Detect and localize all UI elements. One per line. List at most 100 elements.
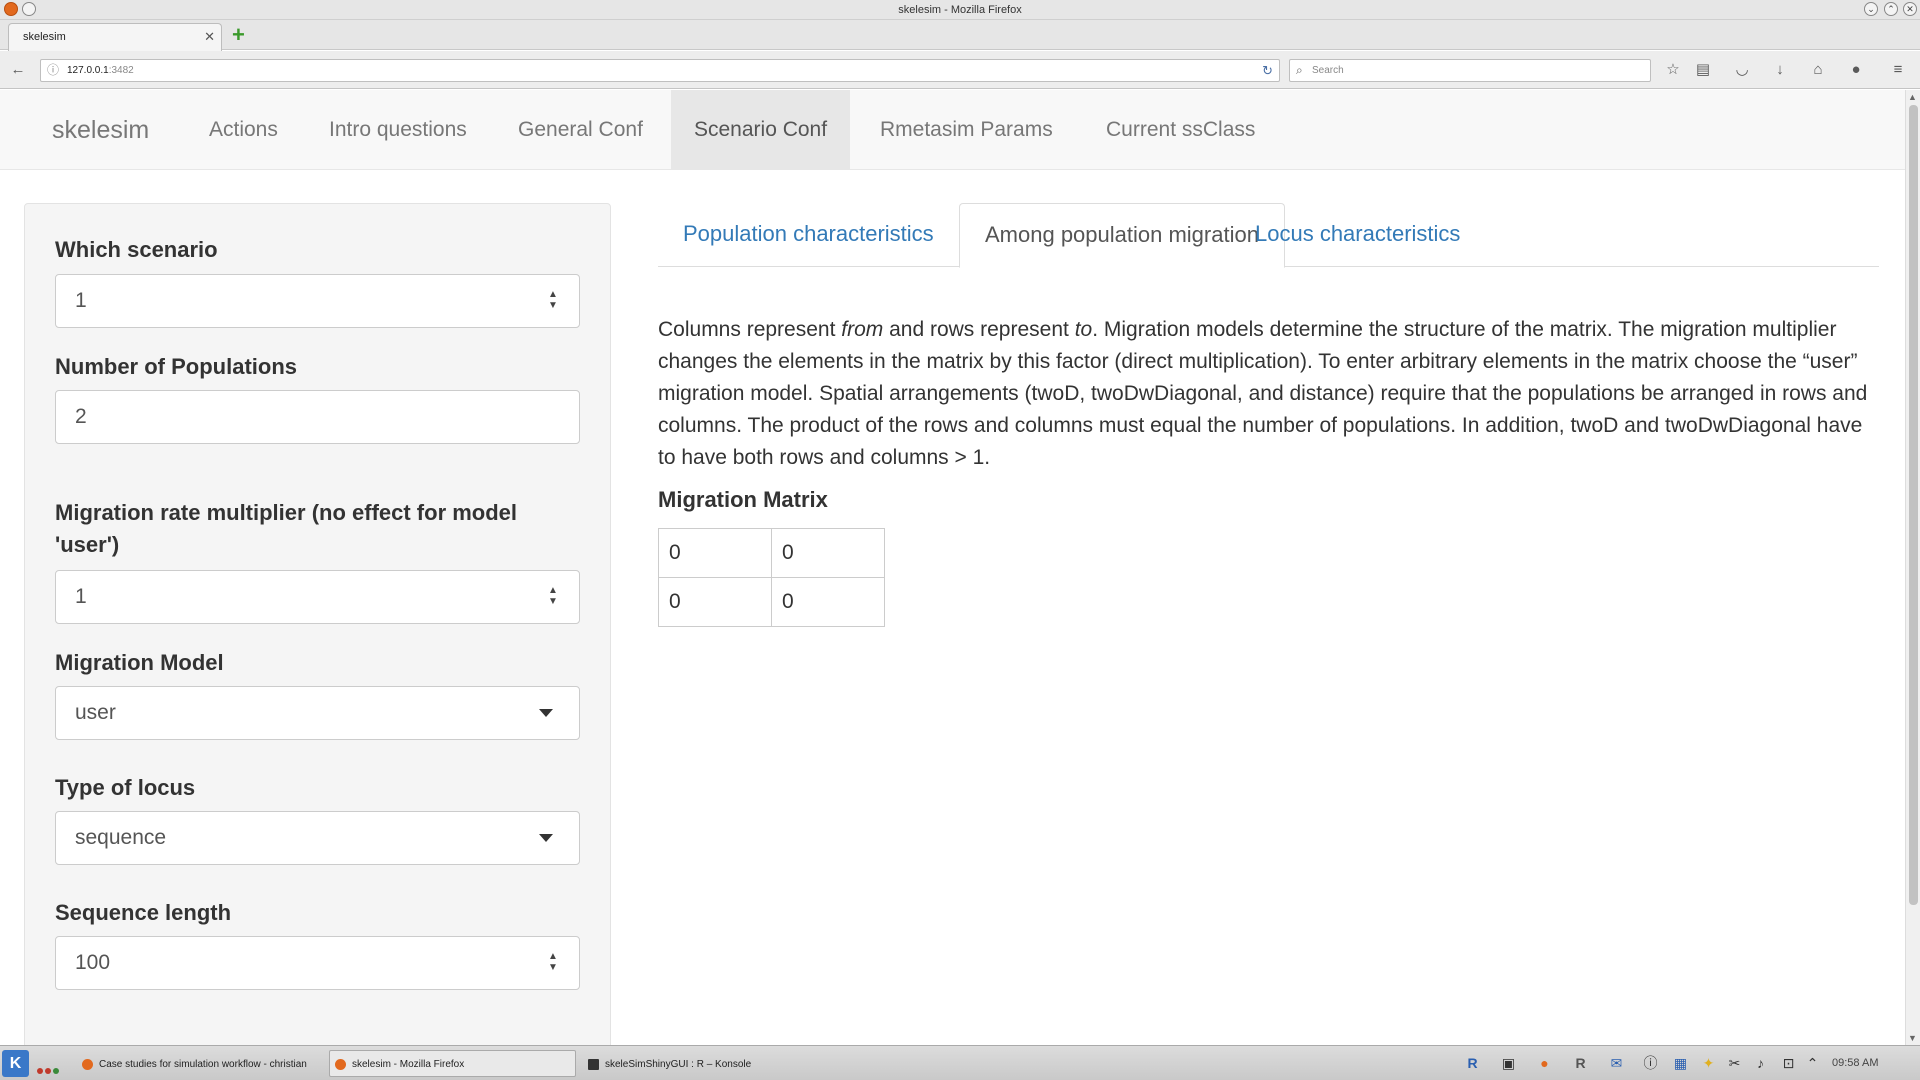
clipboard-tray-icon[interactable]: ▦: [1668, 1051, 1693, 1076]
firefox-tray-icon[interactable]: ●: [1532, 1051, 1557, 1076]
terminal-tray-icon[interactable]: ▣: [1496, 1051, 1521, 1076]
matrix-cell[interactable]: 0: [658, 577, 772, 627]
task-case-studies[interactable]: Case studies for simulation workflow - c…: [76, 1050, 316, 1077]
reading-list-icon[interactable]: ▤: [1693, 60, 1713, 80]
migration-multiplier-input[interactable]: 1 ▲ ▼: [55, 570, 580, 624]
which-scenario-label: Which scenario: [55, 237, 218, 262]
terminal-icon: [588, 1059, 599, 1070]
page-scrollbar[interactable]: ▲ ▼: [1905, 90, 1920, 1045]
close-window-icon[interactable]: ✕: [1903, 2, 1917, 16]
minimize-icon[interactable]: ⌄: [1864, 2, 1878, 16]
firefox-icon: [335, 1059, 346, 1070]
matrix-row: 0 0: [658, 528, 885, 578]
locus-type-label: Type of locus: [55, 775, 196, 800]
num-populations-value: 2: [75, 405, 87, 428]
nav-rmetasim-params[interactable]: Rmetasim Params: [857, 90, 1076, 170]
maximize-icon[interactable]: ⌃: [1884, 2, 1898, 16]
reload-icon[interactable]: ↻: [1262, 60, 1273, 81]
nav-general-conf[interactable]: General Conf: [495, 90, 666, 170]
scroll-up-arrow-icon[interactable]: ▲: [1908, 92, 1917, 102]
task-skelesim-firefox[interactable]: skelesim - Mozilla Firefox: [329, 1050, 576, 1077]
migration-multiplier-value: 1: [75, 585, 87, 608]
migration-model-label: Migration Model: [55, 650, 224, 675]
pager-dots-icon[interactable]: [37, 1061, 61, 1079]
tray-expand-arrow-icon[interactable]: ⌃: [1800, 1051, 1825, 1076]
matrix-row: 0 0: [658, 577, 885, 627]
window-titlebar: skelesim - Mozilla Firefox ⌄ ⌃ ✕: [0, 0, 1920, 20]
browser-tab-skelesim[interactable]: skelesim ✕: [8, 23, 222, 51]
tab-population-characteristics[interactable]: Population characteristics: [658, 203, 959, 267]
desc-from: from: [841, 318, 884, 341]
matrix-cell[interactable]: 0: [658, 528, 772, 578]
chat-bubble-icon[interactable]: ●: [1846, 60, 1866, 80]
search-input[interactable]: ⌕ Search: [1289, 59, 1651, 82]
locus-type-select[interactable]: sequence: [55, 811, 580, 865]
site-info-icon[interactable]: ⓘ: [47, 60, 59, 81]
pocket-icon[interactable]: ◡: [1732, 60, 1752, 80]
network-icon[interactable]: ⊡: [1776, 1051, 1801, 1076]
dropdown-caret-icon[interactable]: [539, 709, 553, 717]
desc-to: to: [1074, 318, 1093, 341]
matrix-cell[interactable]: 0: [771, 577, 885, 627]
system-taskbar: K Case studies for simulation workflow -…: [0, 1045, 1920, 1080]
url-bar[interactable]: ⓘ 127.0.0.1:3482 ↻: [40, 59, 1280, 82]
nav-scenario-conf[interactable]: Scenario Conf: [671, 90, 851, 170]
rstudio-tray-icon[interactable]: R: [1568, 1051, 1593, 1076]
sequence-length-input[interactable]: 100 ▲ ▼: [55, 936, 580, 990]
nav-actions[interactable]: Actions: [186, 90, 301, 170]
task-konsole[interactable]: skeleSimShinyGUI : R – Konsole: [582, 1050, 822, 1077]
scroll-down-arrow-icon[interactable]: ▼: [1908, 1033, 1917, 1043]
info-tray-icon[interactable]: ⓘ: [1638, 1051, 1663, 1076]
url-host: 127.0.0.1: [67, 65, 109, 76]
system-clock[interactable]: 09:58 AM: [1832, 1051, 1878, 1076]
sidebar-panel: Which scenario 1 ▲ ▼ Number of Population…: [24, 203, 611, 1053]
url-port: :3482: [108, 65, 134, 76]
nav-intro-questions[interactable]: Intro questions: [306, 90, 490, 170]
home-icon[interactable]: ⌂: [1808, 60, 1828, 80]
download-arrow-icon[interactable]: ↓: [1770, 60, 1790, 80]
kde-launcher-icon[interactable]: K: [2, 1050, 29, 1077]
notification-bulb-icon[interactable]: ✦: [1696, 1051, 1721, 1076]
migration-model-value: user: [75, 701, 116, 724]
spinner-arrows-icon[interactable]: ▲ ▼: [547, 951, 559, 973]
which-scenario-value: 1: [75, 289, 87, 312]
task-label: Case studies for simulation workflow - c…: [99, 1059, 307, 1070]
scrollbar-thumb[interactable]: [1909, 105, 1918, 905]
search-icon: ⌕: [1296, 63, 1303, 77]
browser-tab-strip: skelesim ✕ +: [0, 20, 1920, 51]
window-title: skelesim - Mozilla Firefox: [898, 4, 1022, 16]
migration-model-select[interactable]: user: [55, 686, 580, 740]
firefox-app-icon: [4, 2, 18, 16]
task-label: skelesim - Mozilla Firefox: [352, 1059, 465, 1070]
mail-tray-icon[interactable]: ✉: [1604, 1051, 1629, 1076]
task-label: skeleSimShinyGUI : R – Konsole: [605, 1059, 752, 1070]
bookmark-star-icon[interactable]: ☆: [1663, 60, 1683, 80]
scissors-icon[interactable]: ✂: [1722, 1051, 1747, 1076]
back-arrow-icon[interactable]: ←: [8, 60, 28, 80]
migration-matrix: 0 0 0 0: [658, 528, 885, 627]
migration-multiplier-label: Migration rate multiplier (no effect for…: [55, 500, 518, 557]
desc-part-1: Columns represent: [658, 318, 842, 341]
sequence-length-value: 100: [75, 951, 111, 974]
spinner-arrows-icon[interactable]: ▲ ▼: [547, 289, 559, 311]
sequence-length-label: Sequence length: [55, 900, 232, 925]
dropdown-caret-icon[interactable]: [539, 834, 553, 842]
window-menu-icon[interactable]: [22, 2, 36, 16]
locus-type-value: sequence: [75, 826, 167, 849]
migration-matrix-title: Migration Matrix: [658, 487, 828, 512]
tab-locus-characteristics[interactable]: Locus characteristics: [1230, 203, 1485, 267]
new-tab-plus-icon[interactable]: +: [232, 22, 245, 48]
app-brand[interactable]: skelesim: [52, 90, 149, 170]
spinner-arrows-icon[interactable]: ▲ ▼: [547, 585, 559, 607]
search-placeholder: Search: [1312, 65, 1344, 76]
nav-current-ssclass[interactable]: Current ssClass: [1083, 90, 1278, 170]
which-scenario-input[interactable]: 1 ▲ ▼: [55, 274, 580, 328]
hamburger-menu-icon[interactable]: ≡: [1888, 60, 1908, 80]
matrix-cell[interactable]: 0: [771, 528, 885, 578]
migration-description: Columns represent from and rows represen…: [658, 314, 1883, 474]
volume-icon[interactable]: ♪: [1748, 1051, 1773, 1076]
close-tab-icon[interactable]: ✕: [204, 24, 215, 50]
browser-tab-label: skelesim: [23, 31, 66, 43]
r-app-icon[interactable]: R: [1460, 1051, 1485, 1076]
num-populations-input[interactable]: 2: [55, 390, 580, 444]
